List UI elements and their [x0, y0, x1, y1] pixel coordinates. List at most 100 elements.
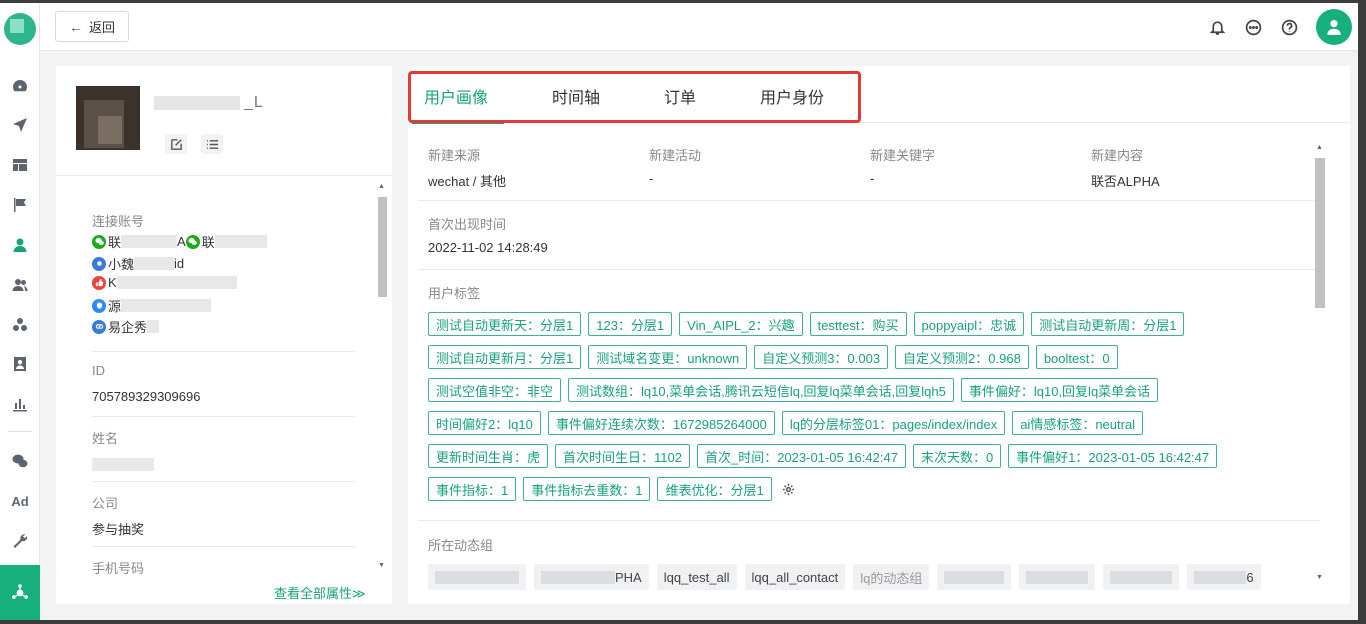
user-tag[interactable]: 维表优化：分层1	[657, 477, 772, 501]
tag-row: 事件指标：1 事件指标去重数：1 维表优化：分层1	[428, 477, 796, 501]
user-tag[interactable]: lq的分层标签01：pages/index/index	[781, 411, 1006, 435]
user-tag[interactable]: ai情感标签：neutral	[1012, 411, 1144, 435]
profile-scrollbar[interactable]: ▲ ▼	[376, 181, 388, 574]
back-button[interactable]: ← 返回	[55, 11, 129, 42]
campaign-label: 新建活动	[649, 148, 702, 163]
account-row-thumb[interactable]: K	[92, 275, 237, 290]
tags-label: 用户标签	[428, 286, 481, 301]
group-chip[interactable]: lqq_test_all	[656, 564, 737, 590]
segments-icon[interactable]	[10, 315, 30, 335]
tab-bar: 用户画像 时间轴 订单 用户身份	[408, 66, 1350, 124]
user-tag[interactable]: 123：分层1	[588, 312, 673, 336]
detail-panel: 用户画像 时间轴 订单 用户身份 新建来源 wechat / 其他 新建活动 -…	[408, 66, 1350, 604]
name-suffix: _L	[244, 94, 264, 111]
bell-icon[interactable]	[1208, 18, 1226, 36]
user-tag[interactable]: 首次_时间：2023-01-05 16:42:47	[696, 444, 906, 468]
group-chip[interactable]	[428, 564, 526, 590]
chart-icon[interactable]	[10, 394, 30, 414]
group-chip[interactable]: 6	[1187, 564, 1261, 590]
scroll-up-icon[interactable]: ▲	[378, 183, 385, 190]
contact-card-icon[interactable]	[10, 354, 30, 374]
redacted-name	[154, 95, 240, 110]
send-icon[interactable]	[10, 115, 30, 135]
user-tag[interactable]: 自定义预测3：0.003	[754, 345, 889, 369]
user-tag[interactable]: 测试空值非空：非空	[428, 378, 562, 402]
keyword-label: 新建关键字	[870, 148, 936, 163]
group-chip[interactable]	[1103, 564, 1180, 590]
redacted-text	[121, 299, 212, 312]
gear-icon[interactable]	[782, 482, 796, 496]
user-tag[interactable]: 事件指标：1	[428, 477, 517, 501]
account-text: 联	[201, 235, 215, 250]
user-tag[interactable]: 时间偏好2：lq10	[428, 411, 541, 435]
user-tag[interactable]: 事件偏好1：2023-01-05 16:42:47	[1008, 444, 1218, 468]
group-name: lq的动态组	[860, 570, 923, 586]
first-seen-value: 2022-11-02 14:28:49	[428, 240, 548, 255]
account-row-miniprogram[interactable]: 小魏 id	[92, 254, 184, 273]
account-text: K	[108, 275, 117, 290]
hub-icon[interactable]	[0, 565, 40, 620]
user-tag[interactable]: 事件指标去重数：1	[523, 477, 651, 501]
first-seen-label: 首次出现时间	[428, 217, 507, 232]
ad-icon[interactable]: Ad	[10, 491, 30, 511]
user-tag[interactable]: testtest：购买	[809, 312, 907, 336]
group-chip[interactable]: lqq_all_contact	[744, 564, 846, 590]
group-chip[interactable]	[937, 564, 1012, 590]
chat-icon[interactable]	[1244, 18, 1262, 36]
user-tag[interactable]: 测试数组：lq10,菜单会话,腾讯云短信lq,回复lq菜单会话,回复lqh5	[568, 378, 954, 402]
group-chip[interactable]: lq的动态组	[853, 564, 930, 590]
user-tag[interactable]: Vin_AIPL_2：兴趣	[679, 312, 803, 336]
dashboard-icon[interactable]	[10, 76, 30, 96]
redacted-text	[147, 320, 160, 333]
group-chip[interactable]	[1019, 564, 1096, 590]
user-tag[interactable]: 更新时间生肖：虎	[428, 444, 549, 468]
content-value: 联否ALPHA	[1091, 174, 1160, 189]
list-view-button[interactable]	[201, 134, 223, 154]
detail-scrollbar[interactable]: ▲ ▼	[1314, 142, 1326, 586]
account-text: 联	[108, 235, 122, 250]
account-text: A	[177, 234, 186, 249]
user-icon[interactable]	[10, 235, 30, 255]
scroll-thumb[interactable]	[378, 197, 387, 297]
scroll-up-icon[interactable]: ▲	[1316, 144, 1323, 151]
user-tag[interactable]: 测试自动更新周：分层1	[1031, 312, 1185, 336]
top-right-icons	[1208, 3, 1358, 51]
scroll-down-icon[interactable]: ▼	[1316, 574, 1323, 581]
account-row-wechat[interactable]: 联 A 联	[92, 232, 267, 251]
user-tag[interactable]: 末次天数：0	[912, 444, 1002, 468]
account-row-link[interactable]: 易企秀	[92, 317, 160, 336]
profile-panel: _L 连接账号 联 A 联 小魏 id K 源 易企秀 ID 705789329…	[56, 66, 392, 604]
group-chip[interactable]: PHA	[534, 564, 649, 590]
user-tag[interactable]: 事件偏好连续次数：1672985264000	[547, 411, 775, 435]
wechat-icon[interactable]	[10, 451, 30, 471]
help-icon[interactable]	[1280, 18, 1298, 36]
user-tag[interactable]: booltest：0	[1035, 345, 1118, 369]
layout-icon[interactable]	[10, 155, 30, 175]
user-avatar-icon[interactable]	[1316, 9, 1352, 45]
account-text: 小魏	[108, 257, 135, 272]
top-bar: ← 返回	[40, 3, 1358, 51]
edit-profile-button[interactable]	[165, 134, 187, 154]
app-logo[interactable]	[4, 13, 36, 45]
users-icon[interactable]	[10, 275, 30, 295]
company-value: 参与抽奖	[92, 522, 145, 537]
tabs-highlight-box	[408, 71, 861, 123]
account-row-qq[interactable]: 源	[92, 296, 212, 315]
flag-icon[interactable]	[10, 195, 30, 215]
user-tag[interactable]: poppyaipl：忠诚	[913, 312, 1025, 336]
dynamic-groups: PHA lqq_test_all lqq_all_contact lq的动态组 …	[428, 564, 1269, 590]
campaign-value: -	[649, 171, 654, 186]
user-tag[interactable]: 测试自动更新月：分层1	[428, 345, 582, 369]
user-tag[interactable]: 事件偏好：lq10,回复lq菜单会话	[960, 378, 1159, 402]
user-tag[interactable]: 自定义预测2：0.968	[895, 345, 1029, 369]
user-tag[interactable]: 首次时间生日：1102	[555, 444, 690, 468]
user-tag[interactable]: 测试自动更新天：分层1	[428, 312, 582, 336]
qq-icon	[92, 298, 106, 313]
wechat-icon	[185, 234, 200, 249]
scroll-thumb[interactable]	[1315, 158, 1325, 308]
user-tag[interactable]: 测试域名变更：unknown	[588, 345, 748, 369]
scroll-down-icon[interactable]: ▼	[378, 562, 385, 569]
see-all-attributes-link[interactable]: 查看全部属性≫	[274, 583, 366, 602]
tool-icon[interactable]	[10, 531, 30, 551]
company-label: 公司	[92, 496, 119, 511]
